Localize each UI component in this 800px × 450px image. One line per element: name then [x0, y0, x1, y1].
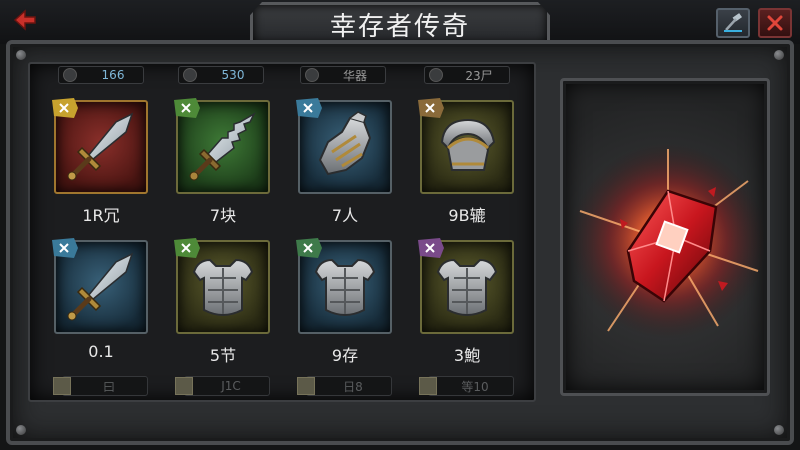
item-slot[interactable]: [296, 98, 392, 194]
bottom-pill: 曰: [53, 376, 148, 396]
rivet: [774, 50, 784, 60]
stat-pill: 166: [58, 66, 144, 84]
back-arrow-icon: [13, 9, 36, 31]
stat-value: 166: [101, 68, 125, 82]
item-slot[interactable]: [52, 98, 148, 194]
stat-icon: [429, 68, 443, 82]
item-label: 9存: [331, 346, 359, 365]
item-label: 5节: [209, 346, 237, 365]
item-slot[interactable]: [296, 238, 392, 334]
tag-icon: [296, 238, 322, 258]
red-crystal-gem-icon[interactable]: [568, 141, 768, 341]
stat-icon: [305, 68, 319, 82]
item-slot[interactable]: [52, 238, 148, 334]
item-slot[interactable]: [174, 98, 270, 194]
item-label: 9B辘: [448, 206, 486, 225]
stat-value: 530: [221, 68, 245, 82]
stat-pill: 23尸: [424, 66, 510, 84]
close-x-icon: [767, 15, 783, 31]
rivet: [16, 425, 26, 435]
page-title: 幸存者传奇: [329, 11, 470, 42]
back-button[interactable]: [10, 6, 42, 34]
rivet: [774, 425, 784, 435]
bottom-pill: J1C: [175, 376, 270, 396]
bottom-pill: 等10: [419, 376, 514, 396]
resource-icon: [53, 377, 71, 395]
item-label: 3鮑: [453, 346, 481, 365]
stat-value: 华器: [342, 68, 367, 83]
tag-icon: [52, 98, 78, 118]
reward-panel: [560, 78, 770, 396]
stat-pill: 华器: [300, 66, 386, 84]
stat-icon: [183, 68, 197, 82]
item-label: 0.1: [88, 342, 114, 361]
bottom-value: 等10: [461, 379, 489, 394]
item-slot[interactable]: [174, 238, 270, 334]
stat-icon: [63, 68, 77, 82]
tag-icon: [296, 98, 322, 118]
tag-icon: [418, 98, 444, 118]
tag-icon: [418, 238, 444, 258]
bottom-pill: 日8: [297, 376, 392, 396]
resource-icon: [297, 377, 315, 395]
bottom-value: 日8: [343, 379, 363, 394]
rivet: [16, 50, 26, 60]
item-slot[interactable]: [418, 98, 514, 194]
item-label: 7人: [331, 206, 359, 225]
bottom-value: 曰: [102, 379, 115, 394]
item-label: 1R冗: [82, 206, 120, 225]
item-label: 7块: [209, 206, 237, 225]
hammer-button[interactable]: [716, 8, 750, 38]
stat-value: 23尸: [465, 68, 493, 83]
tag-icon: [174, 98, 200, 118]
item-slot[interactable]: [418, 238, 514, 334]
close-button[interactable]: [758, 8, 792, 38]
hammer-icon: [724, 13, 742, 32]
resource-icon: [419, 377, 437, 395]
stat-pill: 530: [178, 66, 264, 84]
tag-icon: [174, 238, 200, 258]
tag-icon: [52, 238, 78, 258]
bottom-value: J1C: [221, 379, 241, 393]
resource-icon: [175, 377, 193, 395]
